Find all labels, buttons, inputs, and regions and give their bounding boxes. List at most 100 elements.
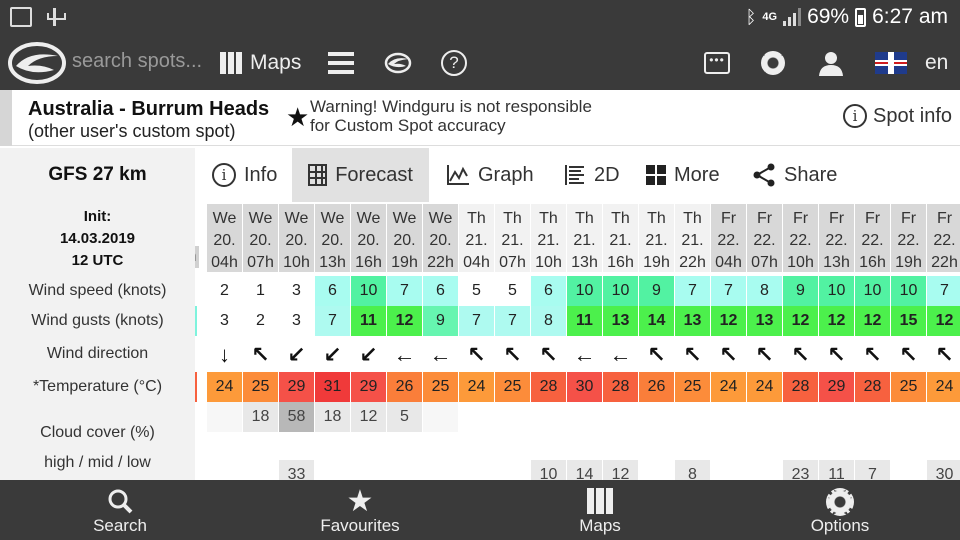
column-day: Fr: [828, 210, 845, 227]
spot-accent-bar: [0, 90, 12, 146]
cloud-low-cell: [243, 460, 278, 480]
cloud-high-cell: [531, 402, 566, 432]
temperature-cell: 24: [927, 372, 960, 402]
temperature-cell: 25: [891, 372, 926, 402]
wind-speed-cell: 1: [243, 276, 278, 306]
wind-gust-cell: 13: [603, 306, 638, 336]
wind-gust-cell: 12: [855, 306, 890, 336]
wind-direction-arrow: ↖: [935, 342, 954, 367]
column-date: 22.: [897, 232, 920, 249]
language-code: en: [925, 51, 949, 74]
wind-gust-cell: 12: [819, 306, 854, 336]
spot-info-button[interactable]: i Spot info: [843, 104, 952, 128]
messages-button[interactable]: •••: [704, 46, 730, 80]
wind-speed-cell: 6: [531, 276, 566, 306]
column-hour: 19h: [895, 254, 922, 271]
wind-gust-cell: 12: [783, 306, 818, 336]
column-day: Th: [503, 210, 522, 227]
wind-speed-cell: 10: [351, 276, 386, 306]
column-day: Th: [683, 210, 702, 227]
temperature-cell: 28: [531, 372, 566, 402]
nav-favourites-label: Favourites: [320, 516, 400, 535]
menu-button[interactable]: [328, 46, 354, 80]
column-header: We 20. 13h: [315, 204, 350, 272]
wind-speed-cell: 10: [891, 276, 926, 306]
wind-speed-cell: 7: [387, 276, 422, 306]
column-date: 21.: [681, 232, 704, 249]
cloud-low-cell: 14: [567, 460, 602, 480]
tab-share[interactable]: Share: [736, 148, 853, 202]
column-day: Th: [575, 210, 594, 227]
gear-icon: [761, 51, 785, 75]
maps-link-label: Maps: [250, 51, 302, 74]
temperature-cell: 25: [675, 372, 710, 402]
column-day: Th: [611, 210, 630, 227]
help-button[interactable]: ?: [441, 46, 467, 80]
nav-maps-label: Maps: [579, 516, 621, 535]
wind-speed-cell: 7: [927, 276, 960, 306]
windguru-home-button[interactable]: [384, 46, 412, 80]
windguru-logo-icon[interactable]: [8, 42, 66, 84]
cloud-high-cell: 18: [243, 402, 278, 432]
wind-direction-arrow: ↖: [827, 342, 846, 367]
bottom-nav: Search ★ Favourites Maps Options: [0, 480, 960, 540]
wind-direction-arrow: ←: [573, 342, 596, 367]
column-day: Fr: [900, 210, 917, 227]
column-date: 22.: [717, 232, 740, 249]
column-hour: 16h: [355, 254, 382, 271]
temperature-cell: 25: [423, 372, 458, 402]
search-input[interactable]: [72, 50, 212, 73]
label-wind-direction: Wind direction: [46, 345, 149, 362]
label-wind-gusts: Wind gusts (knots): [31, 312, 164, 329]
tab-more-label: More: [674, 163, 720, 186]
column-header: We 20. 04h: [207, 204, 242, 272]
wind-gust-cell: 13: [675, 306, 710, 336]
info-icon: i: [843, 104, 868, 128]
wind-speed-cell: 10: [567, 276, 602, 306]
nav-favourites[interactable]: ★ Favourites: [240, 480, 480, 540]
init-info: Init: 14.03.2019 12 UTC: [0, 206, 195, 272]
tab-2d[interactable]: 2D: [548, 148, 636, 202]
column-header: Th 21. 10h: [531, 204, 566, 272]
network-type: 4G: [762, 11, 778, 23]
column-date: 21.: [501, 232, 524, 249]
model-selector[interactable]: GFS 27 km: [0, 148, 195, 202]
column-date: 22.: [861, 232, 884, 249]
tab-2d-label: 2D: [594, 163, 620, 186]
favourite-star-icon[interactable]: ★: [286, 102, 309, 133]
app-header: Maps ? ••• en: [0, 36, 960, 90]
tab-more[interactable]: More: [630, 148, 736, 202]
wind-gust-cell: 11: [567, 306, 602, 336]
settings-button[interactable]: [761, 46, 785, 80]
tab-graph[interactable]: Graph: [430, 148, 550, 202]
tab-forecast[interactable]: Forecast: [292, 148, 429, 202]
share-icon: [753, 163, 775, 187]
wind-gust-cell: 7: [495, 306, 530, 336]
nav-options[interactable]: Options: [720, 480, 960, 540]
table-grid-icon: [308, 164, 328, 186]
cloud-low-cell: [891, 460, 926, 480]
wind-speed-cell: 9: [639, 276, 674, 306]
maps-link[interactable]: Maps: [220, 46, 301, 80]
column-date: 20.: [285, 232, 308, 249]
column-header: We 20. 16h: [351, 204, 386, 272]
wind-gust-cell: 2: [243, 306, 278, 336]
account-button[interactable]: [818, 46, 844, 80]
nav-search[interactable]: Search: [0, 480, 240, 540]
column-header: Th 21. 16h: [603, 204, 638, 272]
nav-maps[interactable]: Maps: [480, 480, 720, 540]
cloud-high-cell: [819, 402, 854, 432]
cloud-high-cell: [423, 402, 458, 432]
language-selector[interactable]: en: [875, 46, 948, 80]
cloud-high-cell: [603, 402, 638, 432]
tab-forecast-label: Forecast: [335, 163, 413, 186]
column-header: We 20. 07h: [243, 204, 278, 272]
tab-info[interactable]: i Info: [196, 148, 293, 202]
wind-speed-cell: 8: [747, 276, 782, 306]
cloud-low-cell: 30: [927, 460, 960, 480]
wind-direction-arrow: ←: [609, 342, 632, 367]
wind-speed-cell: 2: [207, 276, 242, 306]
clock: 6:27 am: [872, 5, 948, 28]
init-label: Init:: [83, 208, 112, 225]
column-hour: 10h: [535, 254, 562, 271]
